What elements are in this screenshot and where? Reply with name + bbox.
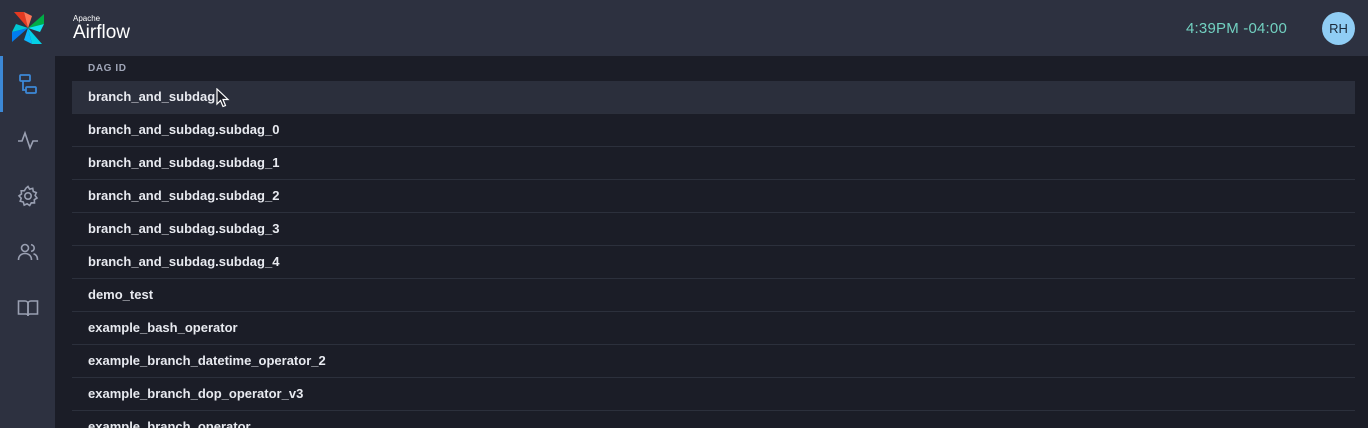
sidebar-item-activity[interactable] bbox=[0, 112, 55, 168]
table-row[interactable]: branch_and_subdag.subdag_1 bbox=[72, 147, 1355, 180]
users-icon bbox=[17, 243, 38, 261]
table-row[interactable]: example_branch_dop_operator_v3 bbox=[72, 378, 1355, 411]
airflow-logo[interactable] bbox=[0, 0, 55, 56]
brand-title: Airflow bbox=[73, 22, 131, 43]
pinwheel-icon bbox=[11, 12, 44, 44]
table-row[interactable]: branch_and_subdag.subdag_4 bbox=[72, 246, 1355, 279]
column-header-dag-id[interactable]: DAG ID bbox=[72, 56, 1355, 81]
gear-icon bbox=[17, 185, 38, 207]
top-header: Apache Airflow 4:39PM -04:00 RH bbox=[55, 0, 1368, 56]
dag-table: DAG ID branch_and_subdag branch_and_subd… bbox=[72, 56, 1355, 428]
table-row[interactable]: branch_and_subdag.subdag_2 bbox=[72, 180, 1355, 213]
dag-list-icon bbox=[18, 74, 37, 94]
sidebar-nav bbox=[0, 56, 55, 336]
brand[interactable]: Apache Airflow bbox=[73, 14, 130, 43]
activity-icon bbox=[17, 130, 38, 151]
table-row[interactable]: branch_and_subdag bbox=[72, 81, 1355, 114]
table-row[interactable]: example_branch_operator bbox=[72, 411, 1355, 428]
timezone-clock[interactable]: 4:39PM -04:00 bbox=[1186, 20, 1287, 37]
table-row[interactable]: example_bash_operator bbox=[72, 312, 1355, 345]
table-row[interactable]: branch_and_subdag.subdag_0 bbox=[72, 114, 1355, 147]
table-row[interactable]: demo_test bbox=[72, 279, 1355, 312]
sidebar-item-users[interactable] bbox=[0, 224, 55, 280]
app: Apache Airflow 4:39PM -04:00 RH DAG ID b… bbox=[0, 0, 1368, 428]
user-avatar[interactable]: RH bbox=[1322, 12, 1355, 45]
table-row[interactable]: example_branch_datetime_operator_2 bbox=[72, 345, 1355, 378]
sidebar bbox=[0, 0, 55, 428]
book-icon bbox=[17, 300, 38, 317]
mouse-pointer-icon bbox=[216, 88, 230, 108]
table-row[interactable]: branch_and_subdag.subdag_3 bbox=[72, 213, 1355, 246]
sidebar-item-docs[interactable] bbox=[0, 280, 55, 336]
sidebar-item-settings[interactable] bbox=[0, 168, 55, 224]
sidebar-item-dags[interactable] bbox=[0, 56, 55, 112]
